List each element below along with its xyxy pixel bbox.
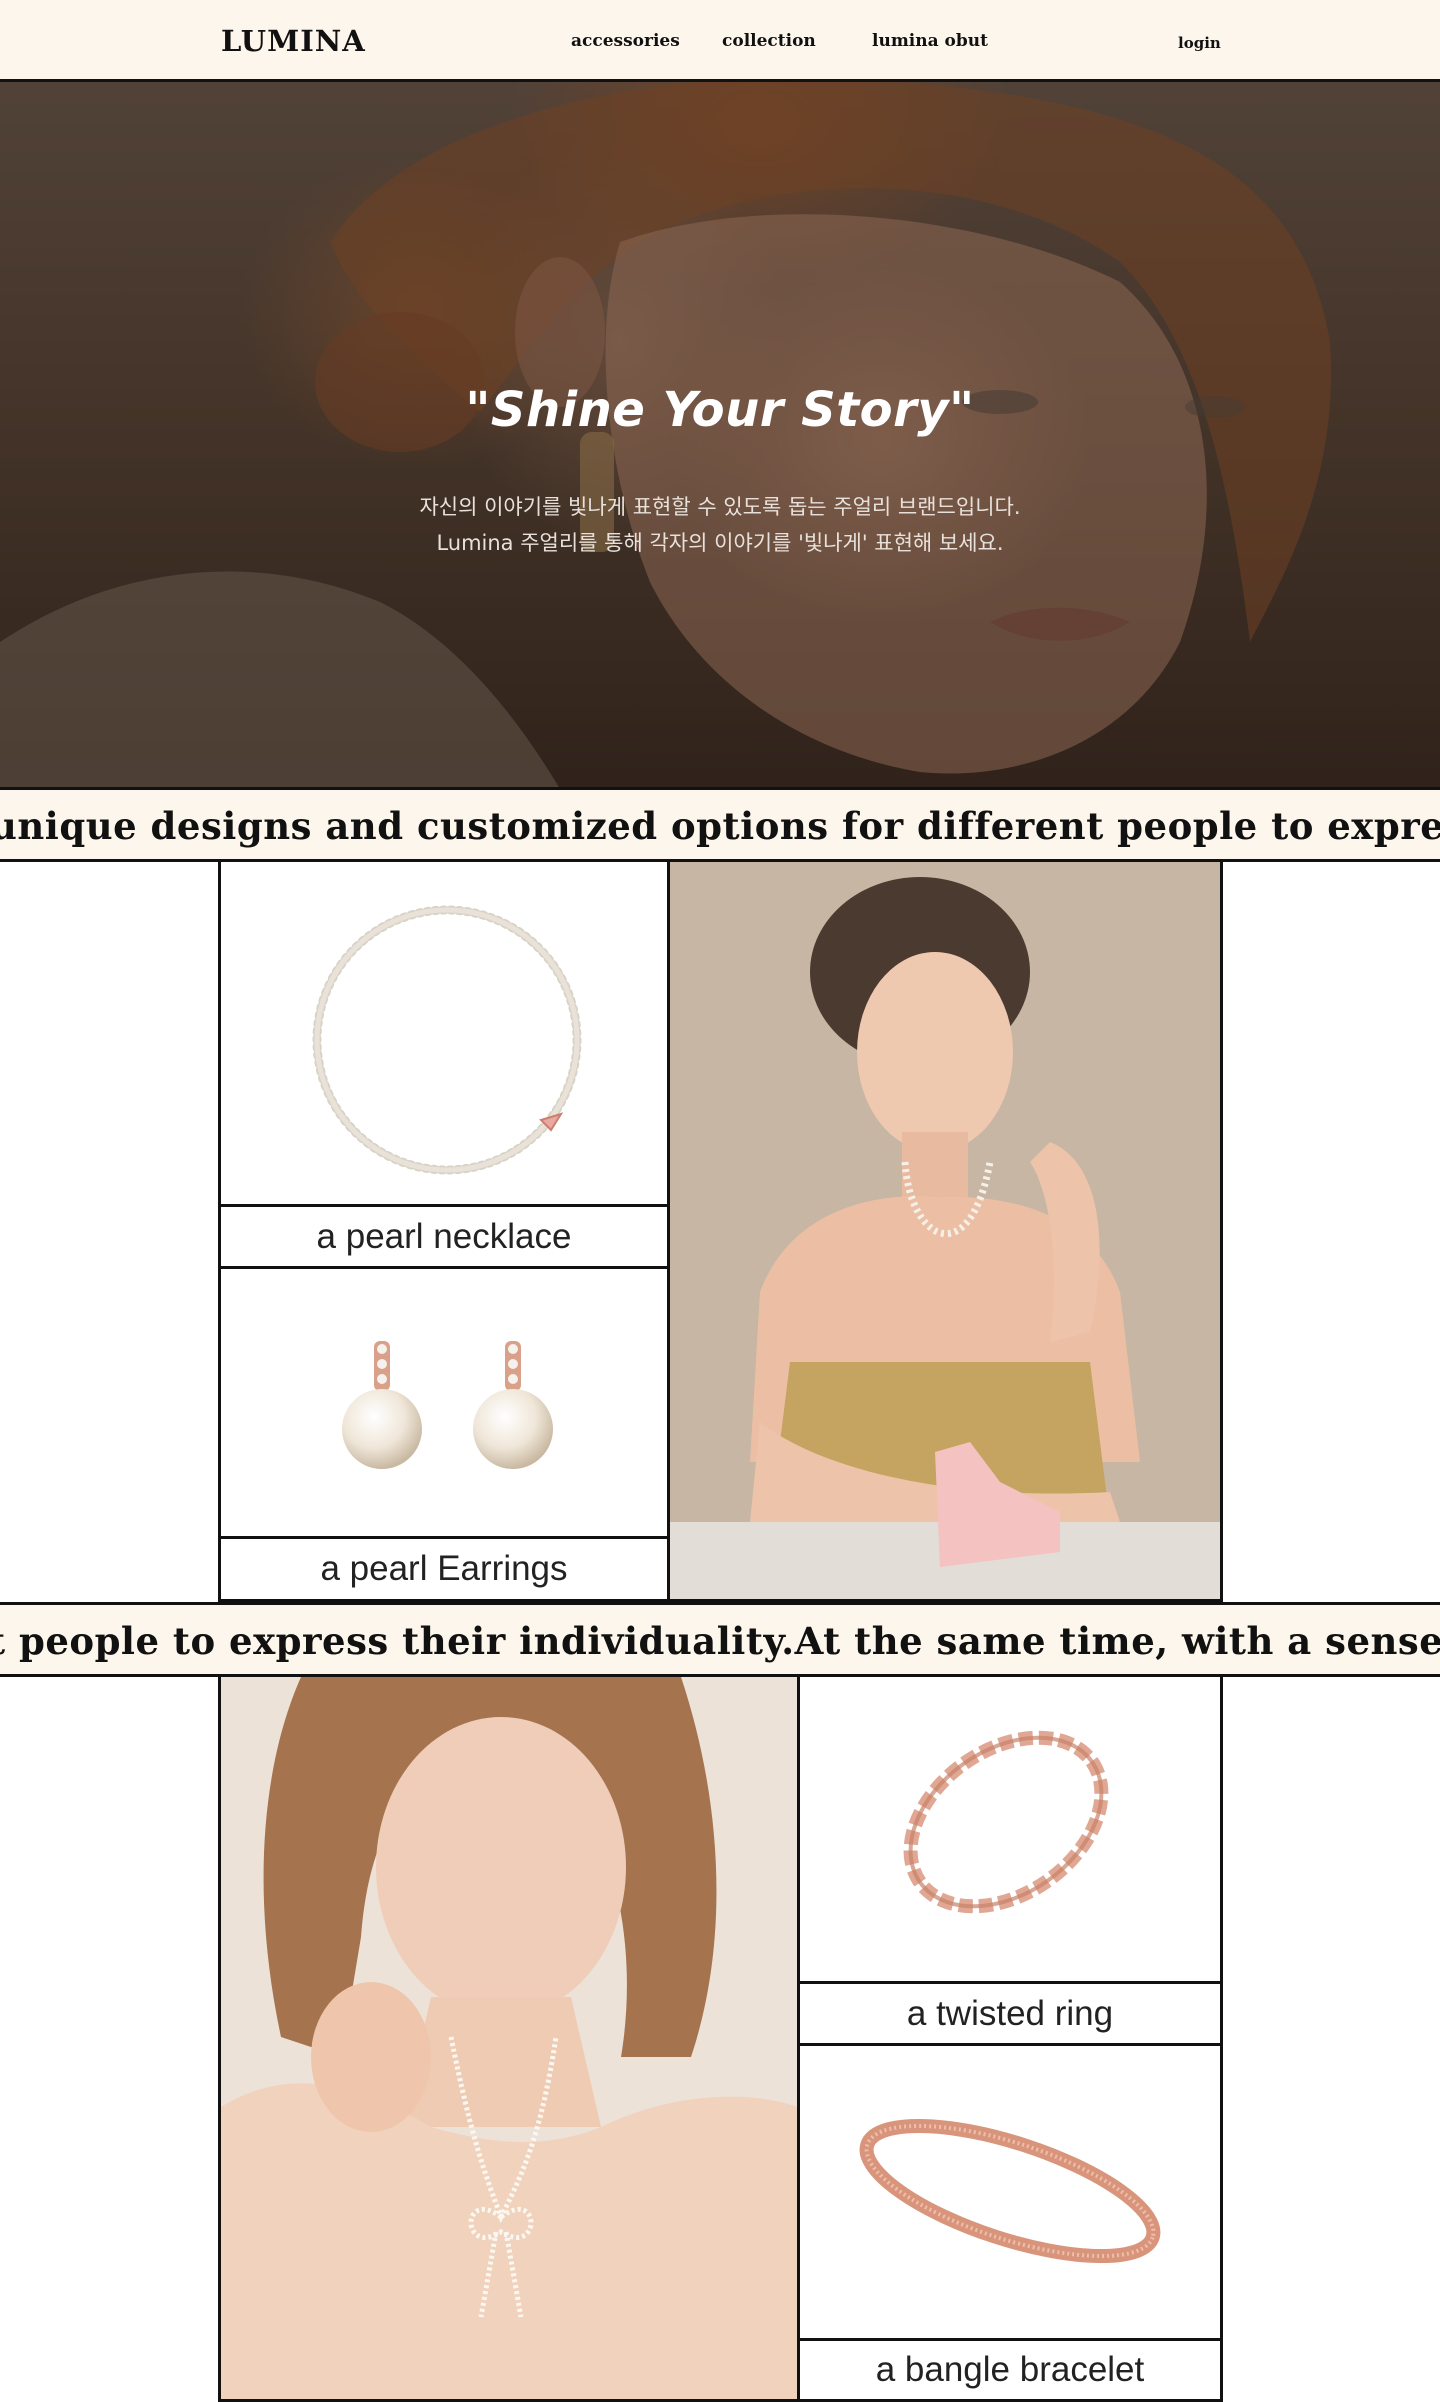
bangle-bracelet-image: [859, 2118, 1161, 2264]
login-link[interactable]: login: [1178, 34, 1221, 52]
nav-item-about[interactable]: lumina obut: [872, 31, 988, 51]
hero-subtitle-line-2: Lumina 주얼리를 통해 각자의 이야기를 '빛나게' 표현해 보세요.: [436, 531, 1004, 555]
pearl-earrings-image: [342, 1341, 553, 1469]
marquee-text: t people to express their individuality.…: [0, 1619, 1440, 1663]
product-card-earrings[interactable]: [218, 1266, 670, 1539]
hero-title: "Shine Your Story": [465, 382, 975, 438]
twisted-ring-image: [903, 1730, 1109, 1914]
model-photo-necklace: [667, 859, 1223, 1602]
main-nav: accessories collection lumina obut: [0, 31, 1440, 55]
pearl-necklace-image: [312, 905, 582, 1175]
product-card-bangle[interactable]: [797, 2043, 1223, 2341]
model-wearing-bow-necklace-image: [221, 1677, 797, 2399]
model-photo-bow-necklace: [218, 1674, 800, 2402]
marquee-text: unique designs and customized options fo…: [0, 804, 1440, 848]
marquee-band-top: unique designs and customized options fo…: [0, 787, 1440, 862]
hero-banner: "Shine Your Story" 자신의 이야기를 빛나게 표현할 수 있도…: [0, 82, 1440, 789]
marquee-band-bottom: t people to express their individuality.…: [0, 1602, 1440, 1677]
model-wearing-necklace-image: [670, 862, 1220, 1599]
site-header: LUMINA accessories collection lumina obu…: [0, 0, 1440, 82]
product-card-ring[interactable]: [797, 1674, 1223, 1984]
product-label-earrings[interactable]: a pearl Earrings: [218, 1536, 670, 1602]
nav-item-accessories[interactable]: accessories: [571, 31, 680, 51]
hero-subtitle-line-1: 자신의 이야기를 빛나게 표현할 수 있도록 돕는 주얼리 브랜드입니다.: [419, 495, 1021, 519]
product-card-necklace[interactable]: [218, 859, 670, 1207]
product-label-ring[interactable]: a twisted ring: [797, 1981, 1223, 2046]
product-label-bangle[interactable]: a bangle bracelet: [797, 2338, 1223, 2402]
product-label-necklace[interactable]: a pearl necklace: [218, 1204, 670, 1269]
nav-item-collection[interactable]: collection: [722, 31, 816, 51]
